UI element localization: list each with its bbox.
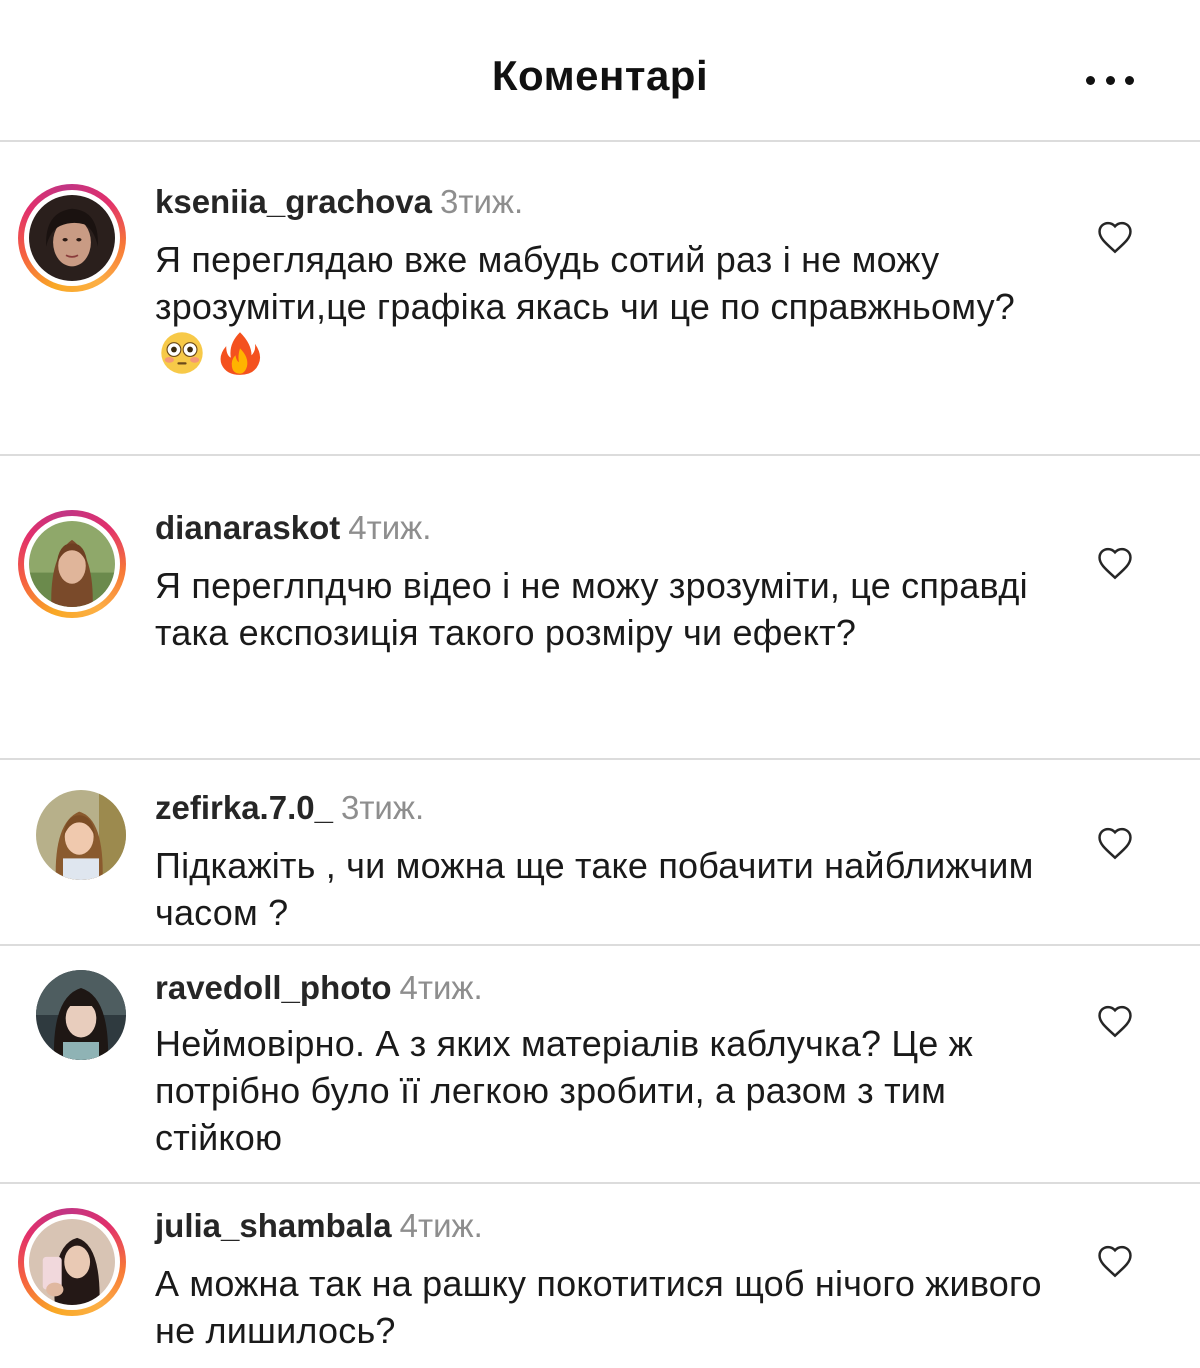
comment-item: julia_shambala 4тиж. А можна так на рашку… bbox=[0, 1184, 1200, 1368]
avatar-photo bbox=[36, 790, 126, 880]
comment-text: Я переглпдчю відео і не можу зрозуміти, … bbox=[155, 565, 1028, 653]
header-bar: Коментарі bbox=[0, 0, 1200, 142]
avatar-photo bbox=[36, 970, 126, 1060]
comment-item: kseniia_grachova 3тиж. Я переглядаю вже м… bbox=[0, 142, 1200, 456]
comment-text-block: Я переглядаю вже мабудь сотий раз і не м… bbox=[155, 236, 1055, 377]
comment-text: Неймовірно. А з яких матеріалів каблучка… bbox=[155, 1023, 973, 1158]
comment-time: 4тиж. bbox=[399, 1207, 483, 1244]
comment-item: ravedoll_photo 4тиж. Неймовірно. А з яких… bbox=[0, 946, 1200, 1184]
avatar[interactable] bbox=[36, 790, 126, 880]
like-heart-icon[interactable] bbox=[1096, 220, 1134, 254]
avatar[interactable] bbox=[18, 510, 126, 618]
comment-meta: julia_shambala 4тиж. bbox=[155, 1206, 483, 1246]
comment-item: dianaraskot 4тиж. Я переглпдчю відео і не… bbox=[0, 456, 1200, 760]
comment-time: 4тиж. bbox=[348, 509, 432, 546]
avatar-photo bbox=[29, 1219, 115, 1305]
comment-item: zefirka.7.0_ 3тиж. Підкажіть , чи можна щ… bbox=[0, 760, 1200, 946]
comment-text: Я переглядаю вже мабудь сотий раз і не м… bbox=[155, 239, 1015, 327]
more-options-icon[interactable] bbox=[1086, 72, 1134, 88]
username[interactable]: kseniia_grachova bbox=[155, 183, 432, 220]
username[interactable]: ravedoll_photo bbox=[155, 969, 392, 1006]
comment-time: 4тиж. bbox=[399, 969, 483, 1006]
like-heart-icon[interactable] bbox=[1096, 826, 1134, 860]
comment-time: 3тиж. bbox=[340, 789, 425, 826]
comment-meta: zefirka.7.0_ 3тиж. bbox=[155, 788, 424, 828]
comment-time: 3тиж. bbox=[440, 183, 524, 220]
fire-emoji bbox=[220, 332, 261, 375]
like-heart-icon[interactable] bbox=[1096, 546, 1134, 580]
avatar[interactable] bbox=[18, 184, 126, 292]
page-title: Коментарі bbox=[491, 52, 709, 99]
comment-text: А можна так на рашку покотитися щоб нічо… bbox=[155, 1263, 1042, 1351]
username[interactable]: julia_shambala bbox=[155, 1207, 392, 1244]
username[interactable]: dianaraskot bbox=[155, 509, 340, 546]
comment-meta: kseniia_grachova 3тиж. bbox=[155, 182, 523, 222]
username[interactable]: zefirka.7.0_ bbox=[155, 789, 333, 826]
avatar-photo bbox=[29, 195, 115, 281]
like-heart-icon[interactable] bbox=[1096, 1004, 1134, 1038]
avatar[interactable] bbox=[18, 1208, 126, 1316]
comment-meta: ravedoll_photo 4тиж. bbox=[155, 968, 483, 1008]
comment-text: Підкажіть , чи можна ще таке побачити на… bbox=[155, 845, 1034, 933]
like-heart-icon[interactable] bbox=[1096, 1244, 1134, 1278]
flushed-face-emoji bbox=[161, 332, 203, 374]
avatar[interactable] bbox=[36, 970, 126, 1060]
avatar-photo bbox=[29, 521, 115, 607]
comment-meta: dianaraskot 4тиж. bbox=[155, 508, 431, 548]
